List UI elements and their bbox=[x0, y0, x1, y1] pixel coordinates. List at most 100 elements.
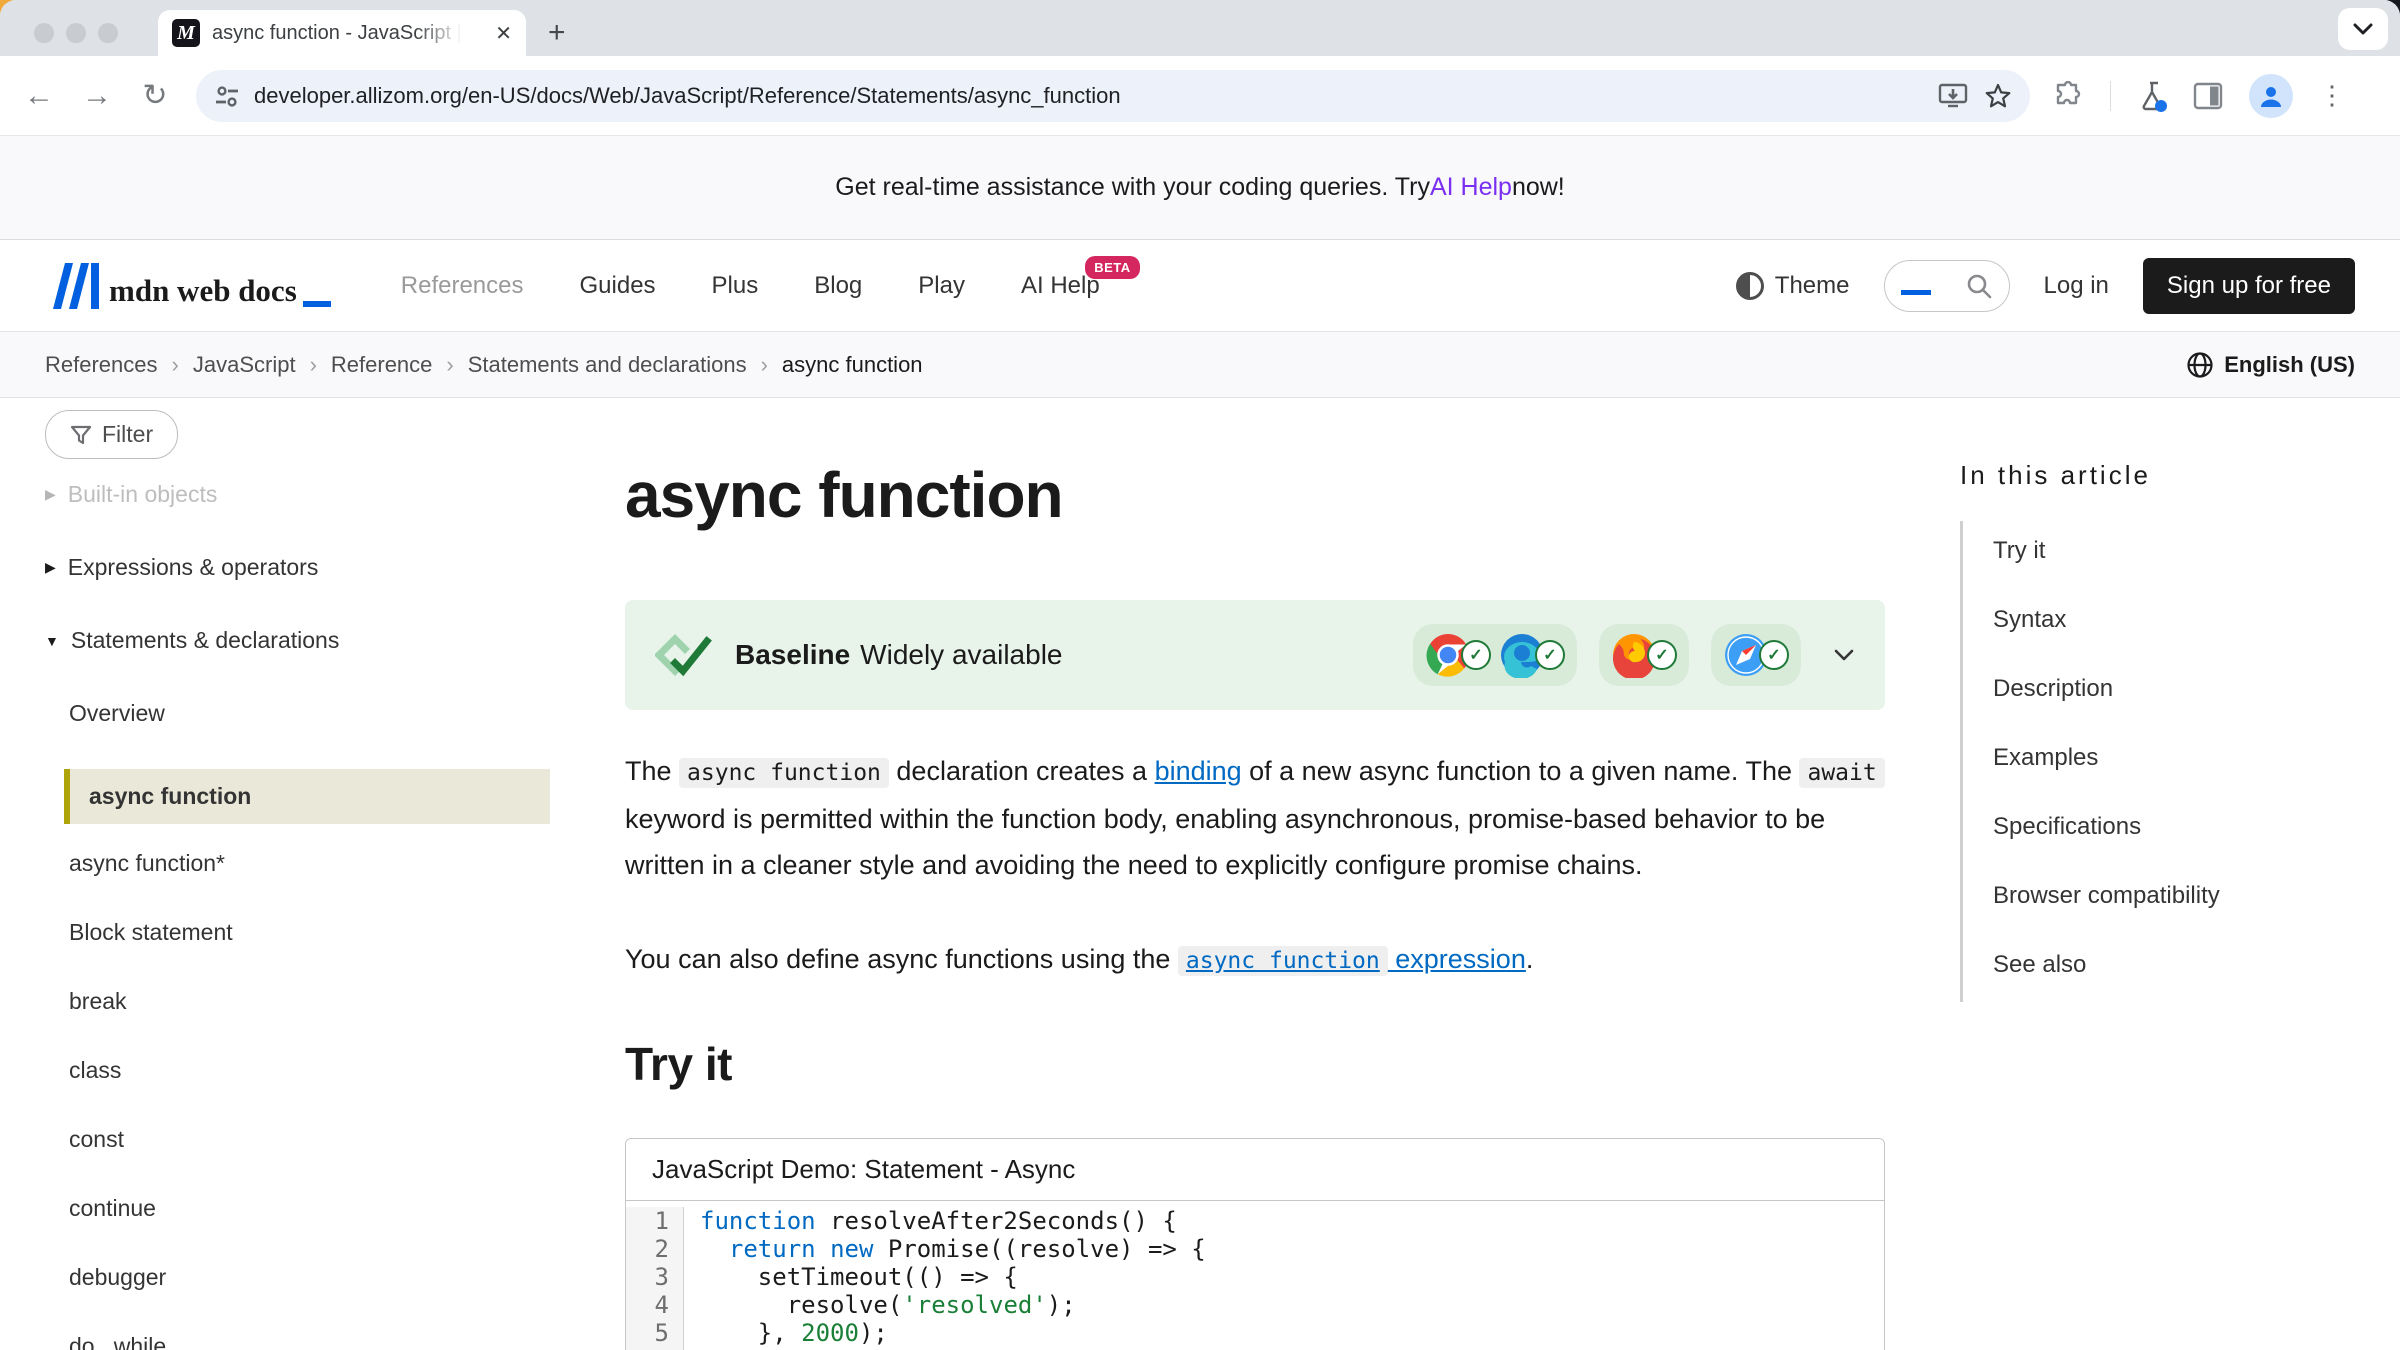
sidebar: Filter ▶Built-in objects▶Expressions & o… bbox=[45, 410, 560, 1350]
nav-item-guides[interactable]: Guides bbox=[580, 272, 656, 300]
breadcrumb-link[interactable]: Statements and declarations bbox=[468, 352, 747, 378]
profile-avatar[interactable] bbox=[2249, 74, 2293, 118]
toc-link-syntax[interactable]: Syntax bbox=[1993, 606, 2066, 633]
safari-support: ✓ bbox=[1723, 632, 1789, 678]
nav-item-blog[interactable]: Blog bbox=[814, 272, 862, 300]
promo-banner: Get real-time assistance with your codin… bbox=[0, 136, 2400, 240]
toc-link-browser-compatibility[interactable]: Browser compatibility bbox=[1993, 882, 2220, 909]
toolbar-divider bbox=[2110, 81, 2111, 111]
code-line: 4 resolve('resolved'); bbox=[626, 1291, 1884, 1319]
browser-menu-icon[interactable]: ⋮ bbox=[2319, 80, 2345, 111]
demo-code-editor[interactable]: 1function resolveAfter2Seconds() {2 retu… bbox=[626, 1201, 1884, 1350]
toc-link-try-it[interactable]: Try it bbox=[1993, 537, 2045, 564]
signup-button[interactable]: Sign up for free bbox=[2143, 258, 2355, 314]
inline-link[interactable]: expression bbox=[1388, 944, 1526, 974]
theme-toggle[interactable]: Theme bbox=[1735, 271, 1850, 301]
toc-item: Syntax bbox=[1993, 606, 2360, 637]
nav-item-plus[interactable]: Plus bbox=[712, 272, 759, 300]
search-icon[interactable] bbox=[1965, 272, 1993, 300]
filter-label: Filter bbox=[102, 421, 153, 448]
line-number: 1 bbox=[626, 1207, 684, 1235]
inline-code: async function bbox=[679, 758, 889, 788]
code-text: resolve('resolved'); bbox=[684, 1291, 1076, 1319]
sidebar-item-continue[interactable]: continue bbox=[45, 1195, 560, 1222]
site-settings-icon[interactable] bbox=[214, 83, 240, 109]
forward-button[interactable]: → bbox=[68, 79, 126, 113]
text-run: declaration creates a bbox=[889, 756, 1155, 786]
line-number: 3 bbox=[626, 1263, 684, 1291]
reload-button[interactable]: ↻ bbox=[126, 78, 184, 113]
url-bar[interactable]: developer.allizom.org/en-US/docs/Web/Jav… bbox=[196, 70, 2030, 122]
breadcrumb-link[interactable]: References bbox=[45, 352, 158, 378]
sidebar-item-overview[interactable]: Overview bbox=[45, 700, 560, 727]
nav-item-ai-help[interactable]: AI HelpBETA bbox=[1021, 272, 1100, 300]
install-icon[interactable] bbox=[1938, 82, 1968, 110]
code-text: }, 2000); bbox=[684, 1319, 888, 1347]
text-run: . bbox=[1526, 944, 1534, 974]
promo-text-before: Get real-time assistance with your codin… bbox=[835, 173, 1430, 202]
sidebar-item-async-function[interactable]: async function bbox=[64, 769, 550, 824]
url-text[interactable]: developer.allizom.org/en-US/docs/Web/Jav… bbox=[254, 83, 1922, 109]
close-tab-icon[interactable]: ✕ bbox=[495, 21, 512, 46]
browser-tab[interactable]: M async function - JavaScript | ✕ bbox=[158, 10, 526, 56]
filter-button[interactable]: Filter bbox=[45, 410, 178, 459]
baseline-browsers: ✓ ✓ bbox=[1413, 624, 1855, 686]
firefox-support: ✓ bbox=[1611, 632, 1677, 678]
promo-ai-help-link[interactable]: AI Help bbox=[1430, 173, 1512, 202]
sidebar-item-block-statement[interactable]: Block statement bbox=[45, 919, 560, 946]
breadcrumb-separator-icon: › bbox=[310, 352, 317, 378]
sidebar-item-class[interactable]: class bbox=[45, 1057, 560, 1084]
breadcrumb-link[interactable]: JavaScript bbox=[193, 352, 296, 378]
sidebar-category-label: Built-in objects bbox=[68, 481, 218, 508]
toc-link-specifications[interactable]: Specifications bbox=[1993, 813, 2141, 840]
side-panel-icon[interactable] bbox=[2193, 82, 2223, 110]
breadcrumb-link[interactable]: Reference bbox=[331, 352, 433, 378]
nav-item-play[interactable]: Play bbox=[918, 272, 965, 300]
main-nav: References Guides Plus Blog Play AI HelpBETA bbox=[401, 272, 1100, 300]
toc-link-see-also[interactable]: See also bbox=[1993, 951, 2086, 978]
site-header: mdn web docs References Guides Plus Blog Pla… bbox=[0, 240, 2400, 332]
baseline-expand-chevron-icon[interactable] bbox=[1833, 648, 1855, 662]
language-selector[interactable]: English (US) bbox=[2186, 351, 2355, 379]
minimize-window-button[interactable] bbox=[66, 23, 86, 43]
window-controls[interactable] bbox=[34, 23, 118, 43]
sidebar-category-statements-declarations[interactable]: ▼Statements & declarations bbox=[45, 627, 560, 654]
bookmark-star-icon[interactable] bbox=[1984, 82, 2012, 110]
inline-code: await bbox=[1799, 758, 1884, 788]
sidebar-item-const[interactable]: const bbox=[45, 1126, 560, 1153]
baseline-banner: BaselineWidely available ✓ bbox=[625, 600, 1885, 710]
experiments-beaker-icon[interactable] bbox=[2137, 80, 2167, 112]
triangle-collapsed-icon: ▶ bbox=[45, 559, 56, 576]
sidebar-category-built-in-objects[interactable]: ▶Built-in objects bbox=[45, 481, 560, 508]
sidebar-list: ▶Built-in objects▶Expressions & operator… bbox=[45, 481, 560, 1350]
baseline-label: Baseline bbox=[735, 639, 850, 670]
extensions-icon[interactable] bbox=[2054, 81, 2084, 111]
sidebar-item-debugger[interactable]: debugger bbox=[45, 1264, 560, 1291]
breadcrumb: References›JavaScript›Reference›Statemen… bbox=[45, 352, 923, 378]
toc-link-description[interactable]: Description bbox=[1993, 675, 2113, 702]
inline-code-link[interactable]: async function bbox=[1178, 944, 1388, 974]
sidebar-item-do-while[interactable]: do...while bbox=[45, 1333, 560, 1350]
nav-item-references[interactable]: References bbox=[401, 272, 524, 300]
inline-link[interactable]: binding bbox=[1155, 756, 1242, 786]
login-link[interactable]: Log in bbox=[2044, 272, 2109, 300]
text-run: of a new async function to a given name.… bbox=[1242, 756, 1800, 786]
mdn-logo[interactable]: mdn web docs bbox=[45, 263, 331, 309]
sidebar-category-expressions-operators[interactable]: ▶Expressions & operators bbox=[45, 554, 560, 581]
close-window-button[interactable] bbox=[34, 23, 54, 43]
search-input[interactable] bbox=[1884, 260, 2010, 312]
toc-item: Specifications bbox=[1993, 813, 2360, 844]
maximize-window-button[interactable] bbox=[98, 23, 118, 43]
mdn-logo-text: mdn web docs bbox=[109, 273, 297, 309]
tab-search-button[interactable] bbox=[2338, 8, 2388, 50]
code-text: function resolveAfter2Seconds() { bbox=[684, 1207, 1177, 1235]
code-line: 5 }, 2000); bbox=[626, 1319, 1884, 1347]
toc-link-examples[interactable]: Examples bbox=[1993, 744, 2098, 771]
edge-support: ✓ bbox=[1499, 632, 1565, 678]
firefox-support-pill: ✓ bbox=[1599, 624, 1689, 686]
toolbar-icons: ⋮ bbox=[2054, 74, 2345, 118]
sidebar-item-break[interactable]: break bbox=[45, 988, 560, 1015]
new-tab-button[interactable]: + bbox=[548, 12, 566, 54]
sidebar-item-async-function-[interactable]: async function* bbox=[45, 850, 560, 877]
back-button[interactable]: ← bbox=[10, 79, 68, 113]
